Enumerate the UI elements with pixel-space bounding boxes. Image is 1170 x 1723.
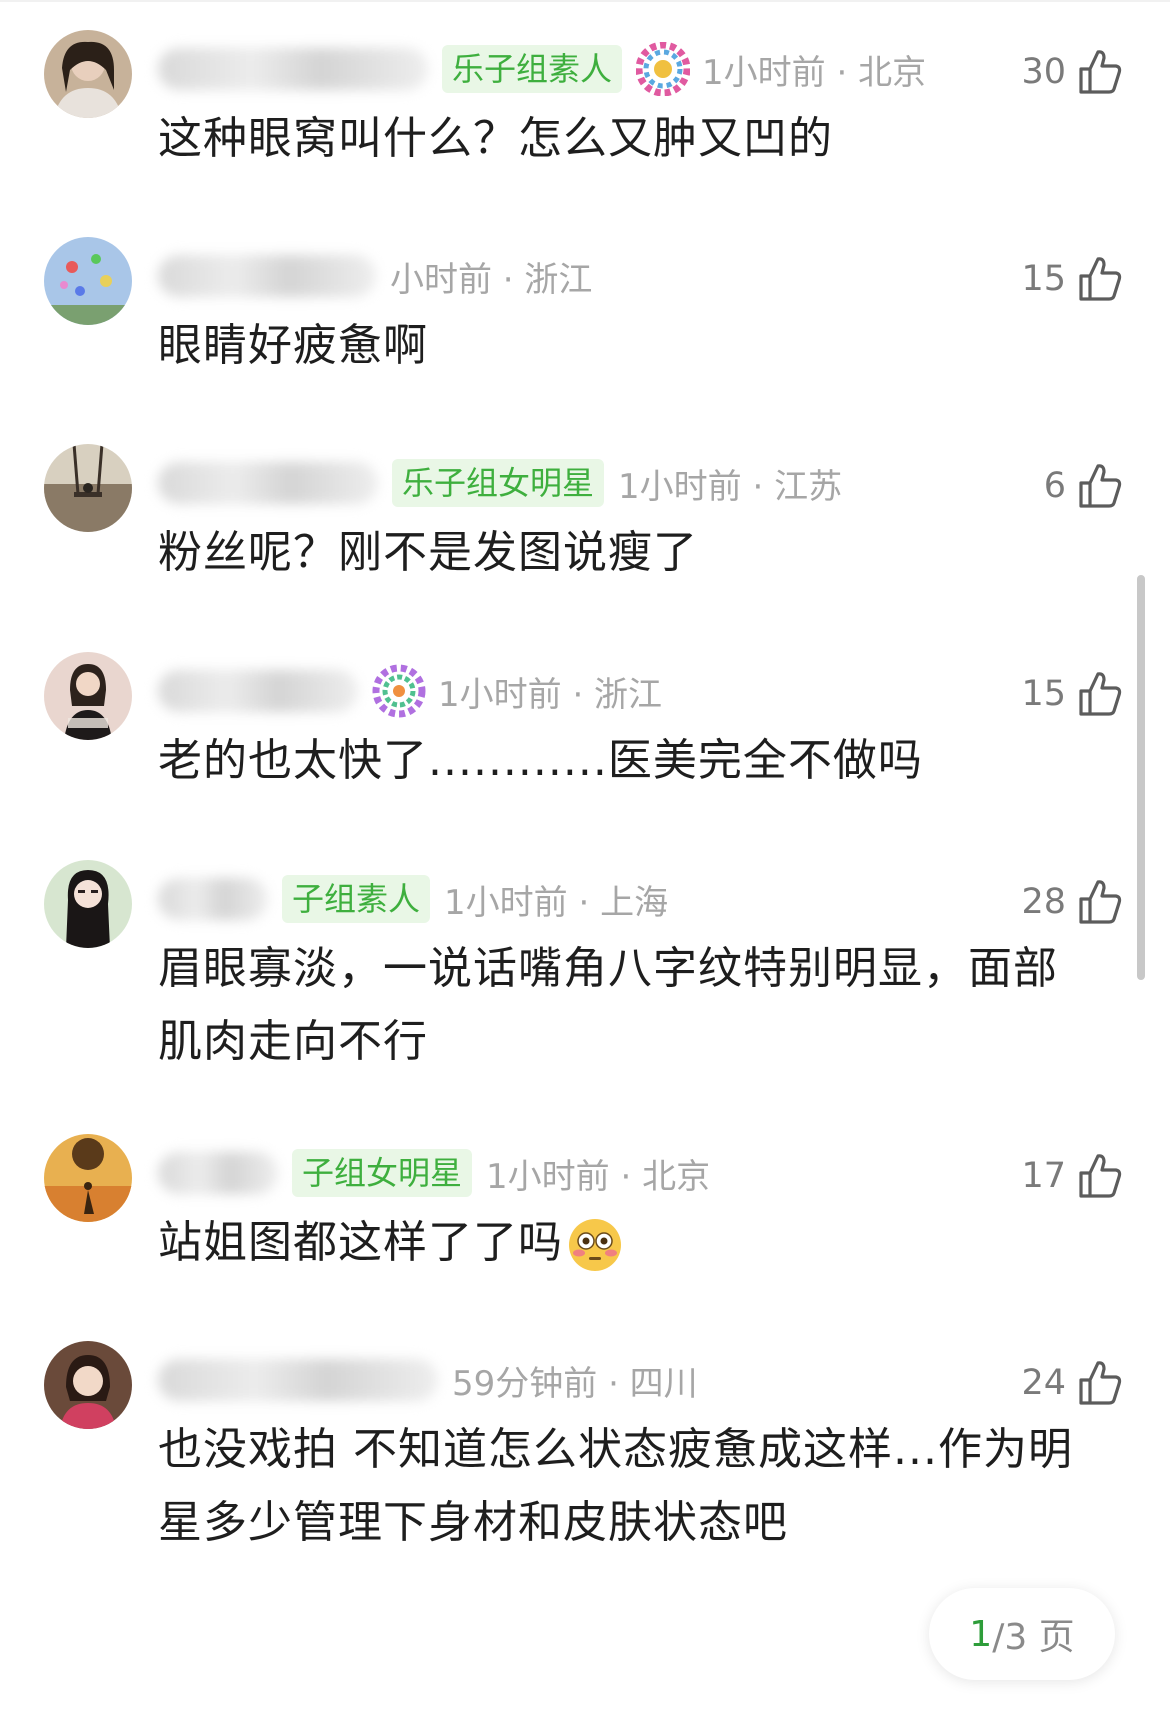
comment-item: 59分钟前 · 四川 24 也没戏拍 不知道怎么状态疲惫成这样...作为明星多少… (0, 1341, 1170, 1561)
like-count: 15 (1021, 259, 1066, 299)
username-blurred[interactable] (158, 255, 376, 297)
user-avatar[interactable] (44, 1341, 132, 1429)
user-badge[interactable]: 乐子组素人 (442, 45, 623, 93)
comment-text: 老的也太快了............医美完全不做吗 (158, 735, 923, 786)
like-button[interactable]: 24 (1021, 1355, 1122, 1411)
comment-text: 这种眼窝叫什么？怎么又肿又凹的 (158, 113, 833, 164)
user-avatar[interactable] (44, 30, 132, 118)
comment-item: 小时前 · 浙江 15 眼睛好疲惫啊 (0, 237, 1170, 377)
top-divider (0, 0, 1170, 2)
comment-text: 站姐图都这样了了吗 (158, 1206, 1090, 1279)
total-pages: /3 页 (992, 1617, 1075, 1658)
time-location: 59分钟前 · 四川 (452, 1363, 698, 1404)
user-avatar[interactable] (44, 860, 132, 948)
thumbs-up-icon (1079, 672, 1122, 716)
like-count: 17 (1021, 1156, 1066, 1196)
comment-item: 乐子组素人 1小时前 · 北京 30 这种眼窝叫什么？怎么又肿又凹的 (0, 30, 1170, 170)
comment-item: 子组女明星 1小时前 · 北京 17 站姐图都这样了了吗 (0, 1134, 1170, 1274)
comment-text: 眉眼寡淡，一说话嘴角八字纹特别明显，面部肌肉走向不行 (158, 943, 1058, 1067)
user-avatar[interactable] (44, 237, 132, 325)
comment-meta: 1小时前 · 浙江 (158, 664, 663, 718)
comment-text-content: 站姐图都这样了了吗 (158, 1217, 563, 1268)
like-count: 15 (1021, 674, 1066, 714)
comment-meta: 小时前 · 浙江 (158, 251, 592, 301)
comment-text: 也没戏拍 不知道怎么状态疲惫成这样...作为明星多少管理下身材和皮肤状态吧 (158, 1424, 1073, 1548)
scrollbar[interactable] (1137, 575, 1145, 980)
like-count: 24 (1021, 1363, 1066, 1403)
thumbs-up-icon (1079, 1361, 1122, 1405)
page-indicator-button[interactable]: 1/3 页 (929, 1588, 1115, 1680)
time-location: 1小时前 · 上海 (444, 882, 669, 923)
flushed-face-emoji-icon (569, 1219, 621, 1271)
like-button[interactable]: 15 (1021, 666, 1122, 722)
comment-text: 粉丝呢？刚不是发图说瘦了 (158, 527, 698, 578)
current-page: 1 (969, 1613, 993, 1655)
like-button[interactable]: 17 (1021, 1148, 1122, 1204)
username-blurred[interactable] (158, 670, 358, 712)
decoration-badge-icon (636, 42, 691, 96)
comment-meta: 子组女明星 1小时前 · 北京 (158, 1148, 710, 1198)
comment-meta: 乐子组女明星 1小时前 · 江苏 (158, 458, 842, 508)
comment-meta: 59分钟前 · 四川 (158, 1355, 698, 1405)
like-button[interactable]: 6 (1044, 458, 1122, 514)
comment-meta: 乐子组素人 1小时前 · 北京 (158, 42, 927, 96)
user-avatar[interactable] (44, 444, 132, 532)
like-button[interactable]: 28 (1021, 874, 1122, 930)
user-badge[interactable]: 乐子组女明星 (392, 459, 605, 507)
time-location: 1小时前 · 浙江 (438, 674, 663, 715)
comment-text: 眼睛好疲惫啊 (158, 320, 428, 371)
user-avatar[interactable] (44, 1134, 132, 1222)
thumbs-up-icon (1079, 257, 1122, 301)
thumbs-up-icon (1079, 880, 1122, 924)
user-badge[interactable]: 子组女明星 (292, 1149, 473, 1197)
like-button[interactable]: 30 (1021, 44, 1122, 100)
comment-item: 1小时前 · 浙江 15 老的也太快了............医美完全不做吗 (0, 652, 1170, 792)
comment-item: 乐子组女明星 1小时前 · 江苏 6 粉丝呢？刚不是发图说瘦了 (0, 444, 1170, 584)
like-button[interactable]: 15 (1021, 251, 1122, 307)
thumbs-up-icon (1079, 464, 1122, 508)
username-blurred[interactable] (158, 1152, 278, 1194)
decoration-badge-icon (372, 664, 426, 718)
like-count: 30 (1021, 52, 1066, 92)
username-blurred[interactable] (158, 878, 268, 920)
time-location: 1小时前 · 江苏 (618, 466, 843, 507)
time-location: 1小时前 · 北京 (486, 1156, 711, 1197)
comment-item: 子组素人 1小时前 · 上海 28 眉眼寡淡，一说话嘴角八字纹特别明显，面部肌肉… (0, 860, 1170, 1070)
username-blurred[interactable] (158, 1359, 438, 1401)
username-blurred[interactable] (158, 462, 378, 504)
time-location: 小时前 · 浙江 (390, 259, 593, 300)
comment-meta: 子组素人 1小时前 · 上海 (158, 874, 668, 924)
thumbs-up-icon (1079, 1154, 1122, 1198)
user-avatar[interactable] (44, 652, 132, 740)
time-location: 1小时前 · 北京 (702, 52, 927, 93)
username-blurred[interactable] (158, 48, 428, 90)
user-badge[interactable]: 子组素人 (282, 875, 431, 923)
thumbs-up-icon (1079, 50, 1122, 94)
like-count: 28 (1021, 882, 1066, 922)
like-count: 6 (1043, 466, 1066, 506)
